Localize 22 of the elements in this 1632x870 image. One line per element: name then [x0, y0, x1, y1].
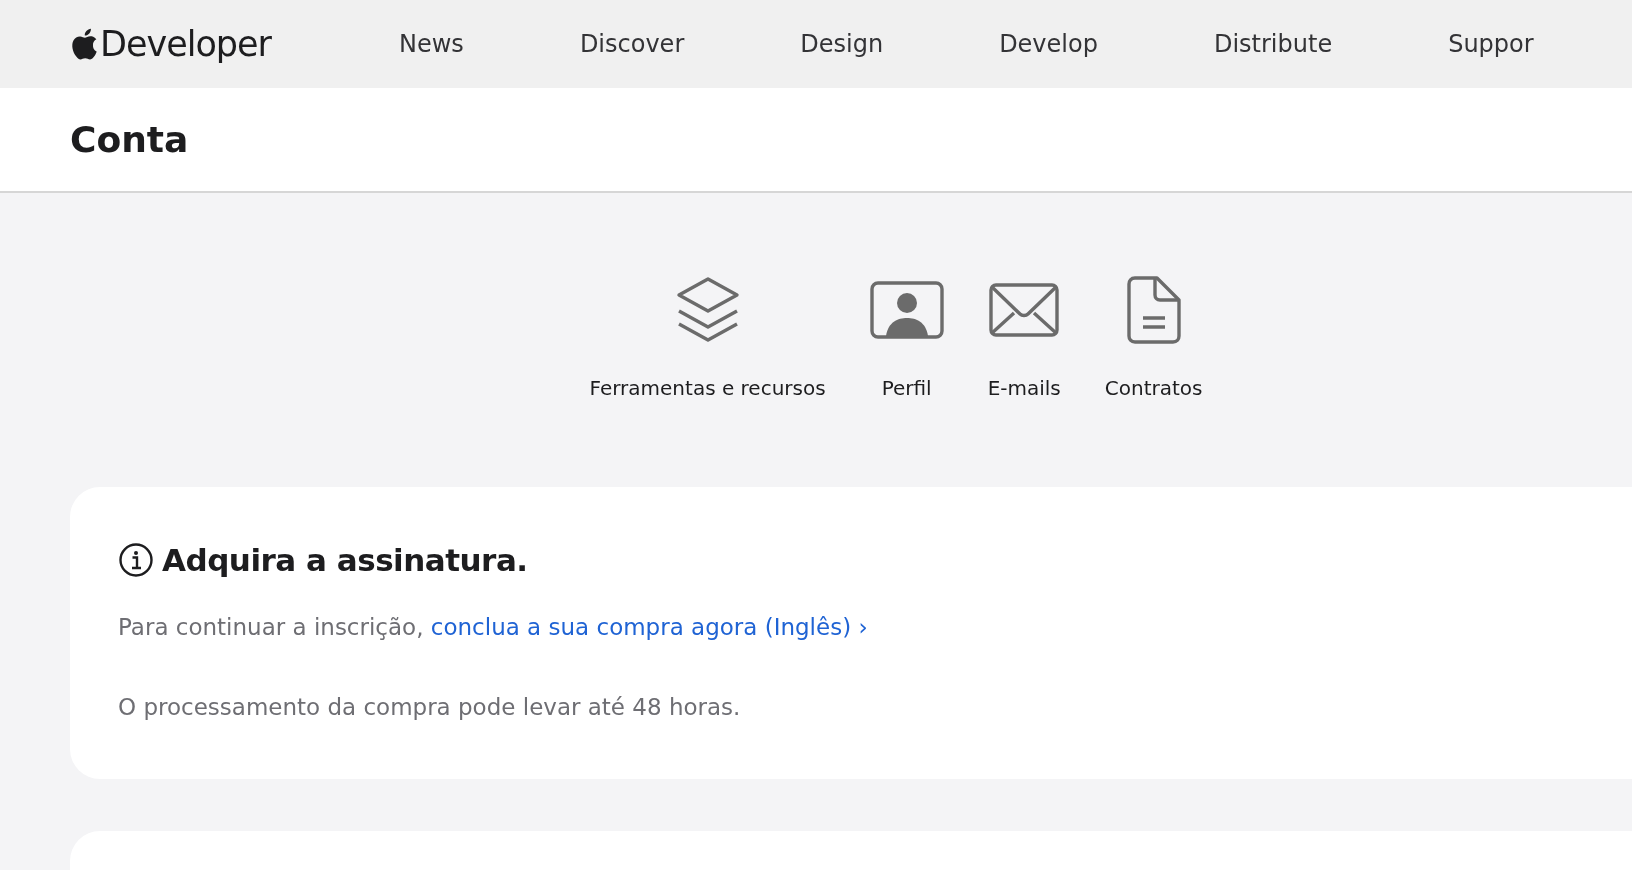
nav-link[interactable]: News [399, 26, 464, 62]
developer-logo[interactable]: Developer [70, 17, 271, 71]
layers-icon [675, 276, 740, 344]
shortcut-link[interactable]: Perfil [869, 275, 944, 487]
nav-link[interactable]: Discover [579, 26, 685, 62]
notice-note: O processamento da compra pode levar até 48 horas. [118, 693, 742, 722]
apple-logo-icon [70, 28, 98, 60]
notice-text: Para continuar a inscrição, conclua a sua compra agora (Inglês) › [118, 612, 869, 642]
nav-link[interactable]: Suppor [1448, 26, 1534, 62]
nav-link[interactable]: Develop [999, 26, 1098, 62]
nav-link[interactable]: Distribute [1213, 26, 1333, 62]
envelope-icon [989, 283, 1060, 337]
notice-title: Adquira a assinatura. [162, 541, 528, 580]
nav-link[interactable]: Design [800, 26, 884, 62]
profile-card-icon [869, 281, 944, 339]
shortcut-link[interactable]: Contratos [1104, 275, 1203, 487]
page-title: Conta [70, 117, 189, 162]
info-icon [118, 542, 154, 579]
shortcut-link[interactable]: Ferramentas e recursos [589, 275, 826, 487]
purchase-link[interactable]: conclua a sua compra agora (Inglês) › [430, 613, 868, 640]
document-icon [1126, 276, 1181, 344]
shortcut-link[interactable]: E-mails [987, 275, 1061, 487]
